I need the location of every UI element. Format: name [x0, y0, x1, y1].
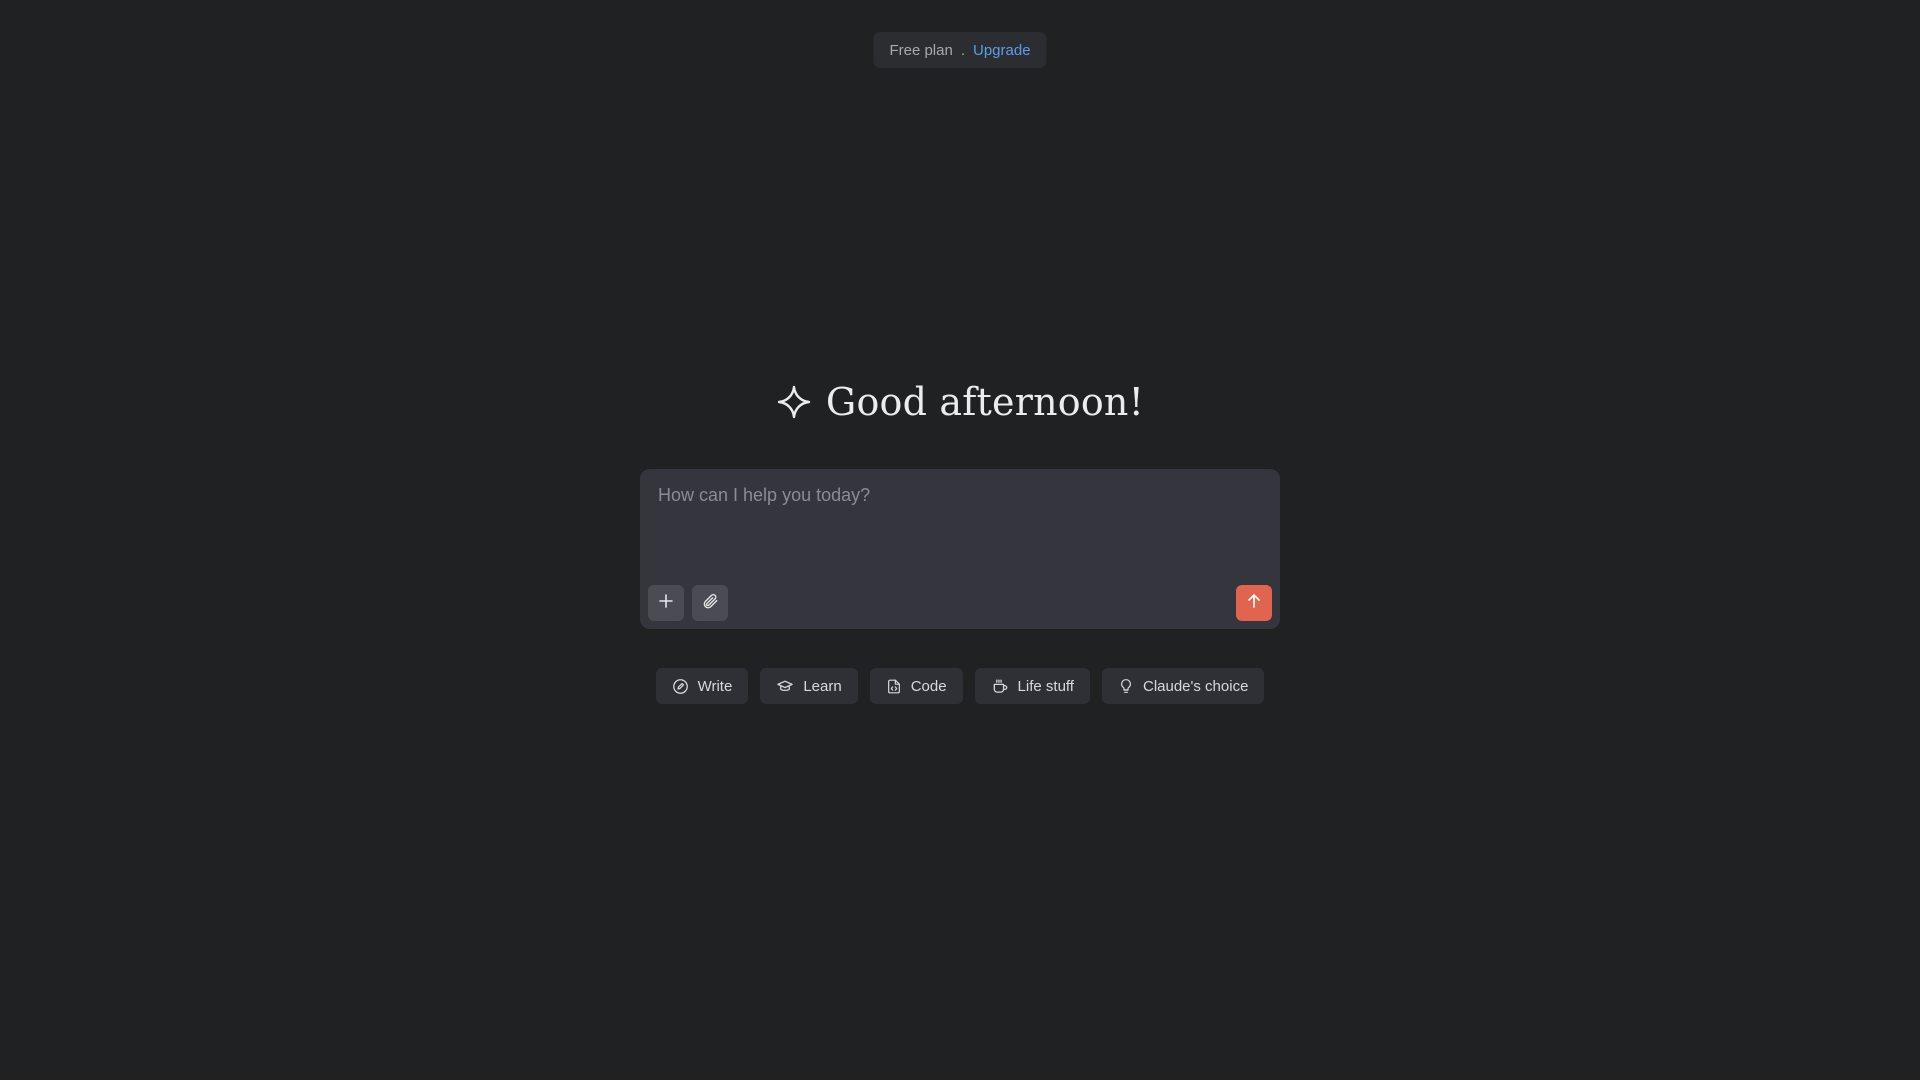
chip-claudes-choice[interactable]: Claude's choice	[1101, 668, 1265, 704]
chip-code[interactable]: Code	[869, 668, 963, 704]
plus-icon	[658, 593, 674, 614]
plan-label: Free plan	[889, 41, 953, 59]
sparkle-icon	[776, 384, 812, 420]
chip-label: Learn	[803, 677, 842, 695]
app-page: Free plan . Upgrade Good afternoon! How …	[0, 0, 1920, 1080]
add-button[interactable]	[648, 585, 684, 621]
chip-label: Life stuff	[1017, 677, 1074, 695]
lightbulb-icon	[1118, 677, 1134, 695]
chip-label: Claude's choice	[1142, 677, 1249, 695]
plan-banner: Free plan . Upgrade	[873, 32, 1047, 68]
paperclip-icon	[701, 592, 719, 615]
greeting: Good afternoon!	[0, 380, 1920, 424]
message-input[interactable]	[656, 483, 1260, 557]
greeting-text: Good afternoon!	[825, 380, 1145, 424]
chip-label: Code	[910, 677, 947, 695]
code-file-icon	[886, 678, 902, 695]
coffee-cup-icon	[991, 678, 1009, 695]
send-button[interactable]	[1236, 585, 1272, 621]
plan-separator: .	[960, 41, 965, 59]
arrow-up-icon	[1246, 593, 1262, 614]
chip-life-stuff[interactable]: Life stuff	[974, 668, 1090, 704]
suggestion-chips: Write Learn Code Life stuff Claude's cho…	[0, 668, 1920, 704]
chip-label: Write	[697, 677, 733, 695]
chip-learn[interactable]: Learn	[760, 668, 858, 704]
chip-write[interactable]: Write	[655, 668, 749, 704]
upgrade-link[interactable]: Upgrade	[973, 42, 1031, 59]
graduation-cap-icon	[776, 678, 794, 695]
pen-circle-icon	[672, 678, 689, 695]
attach-button[interactable]	[692, 585, 728, 621]
composer	[640, 469, 1280, 629]
